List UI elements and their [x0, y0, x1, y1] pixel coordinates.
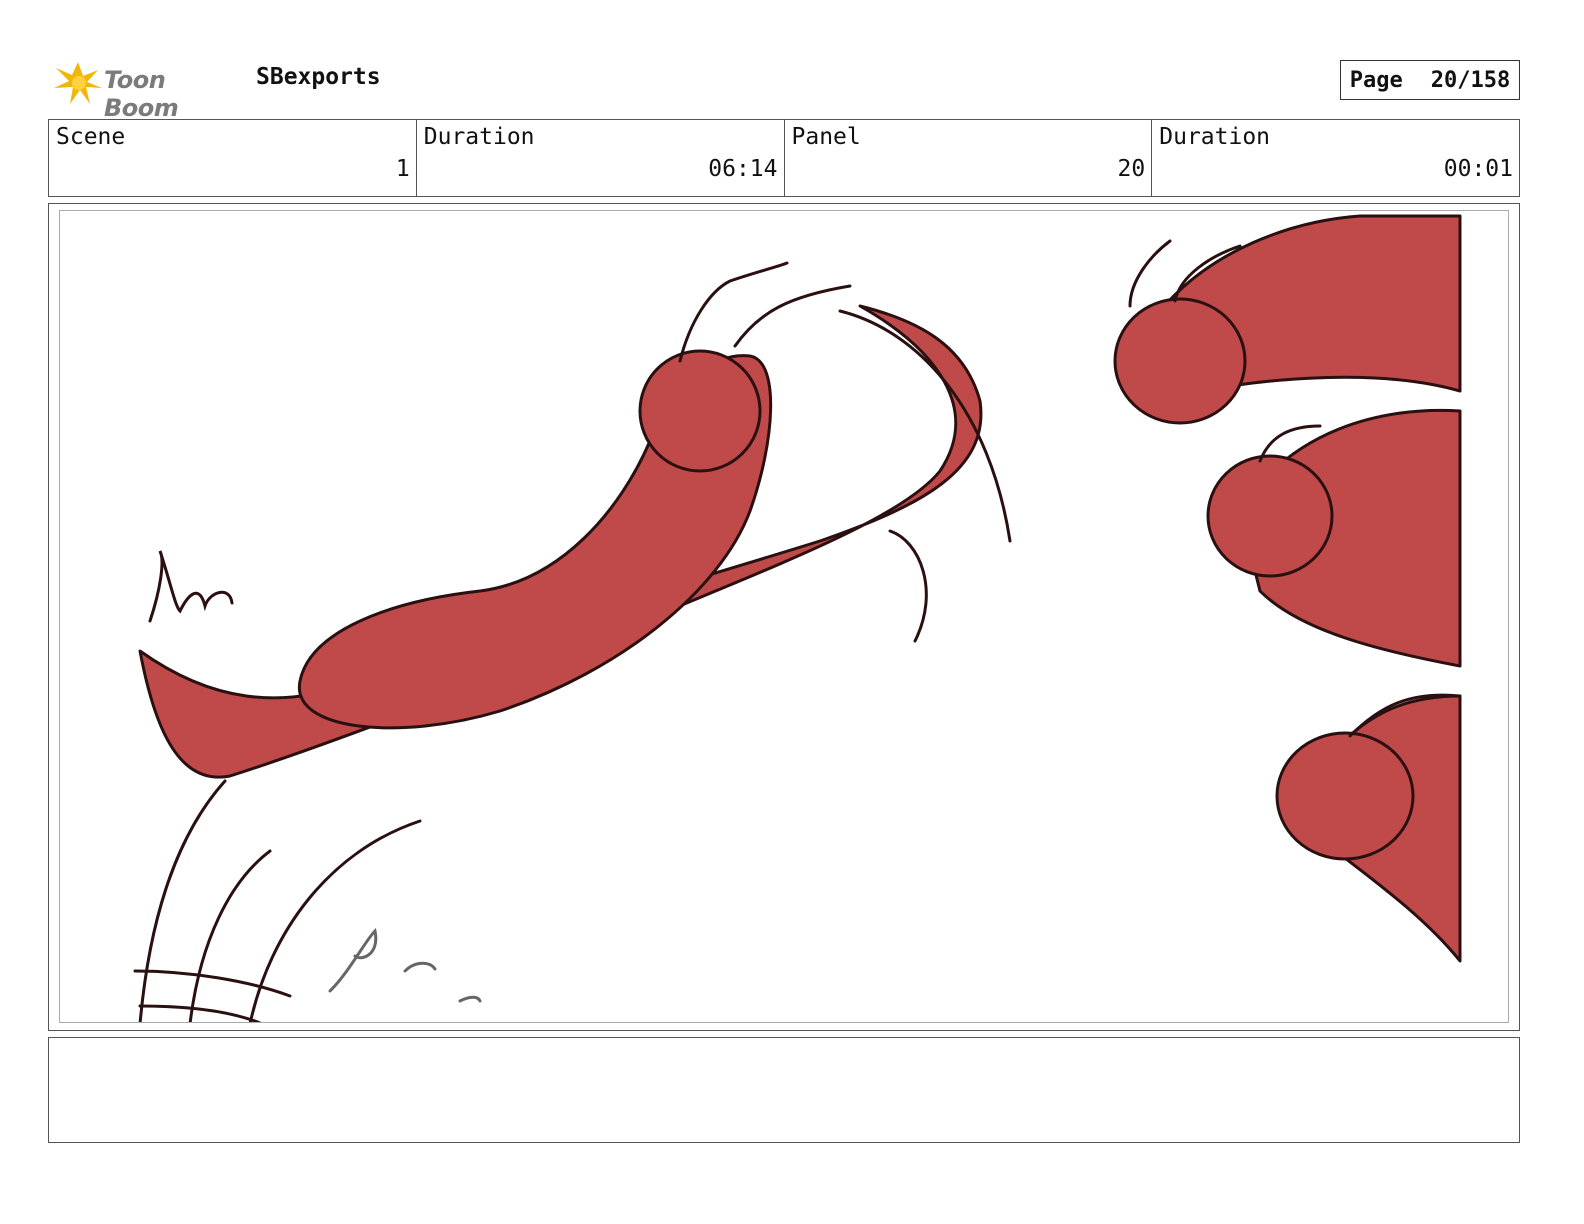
panel-cell: Panel 20	[785, 120, 1153, 196]
panel-label: Panel	[791, 124, 861, 150]
scene-duration-value: 06:14	[708, 156, 778, 182]
motion-arc	[138, 779, 227, 1022]
motion-arc	[133, 969, 292, 998]
scene-value: 1	[395, 156, 410, 182]
page-value: 20/158	[1430, 67, 1511, 93]
logo-text: Toon Boom	[104, 66, 179, 122]
main-creature-head	[638, 349, 762, 473]
scene-cell: Scene 1	[49, 120, 417, 196]
page-label: Page	[1349, 67, 1403, 93]
storyboard-panel-frame	[48, 203, 1520, 1031]
main-creature-tail	[138, 304, 983, 779]
scene-info-row: Scene 1 Duration 06:14 Panel 20 Duration…	[48, 119, 1520, 197]
pencil-scribble	[458, 995, 482, 1003]
storyboard-panel-image	[59, 210, 1509, 1023]
squiggle-mark	[148, 550, 234, 623]
page-indicator: Page 20/158	[1340, 60, 1520, 100]
right-creature-bottom-head	[1275, 731, 1415, 861]
panel-notes-box	[48, 1037, 1520, 1143]
motion-arc	[138, 1004, 262, 1022]
panel-value: 20	[1117, 156, 1146, 182]
right-creature-middle-head	[1206, 454, 1334, 578]
pencil-scribble	[403, 961, 437, 973]
sketch-drawing	[133, 214, 1462, 1022]
project-name: SBexports	[256, 64, 381, 90]
main-antenna-right	[733, 284, 852, 348]
scene-duration-label: Duration	[423, 124, 535, 150]
motion-arc	[248, 819, 422, 1022]
toon-boom-logo: Toon Boom	[50, 54, 240, 122]
pencil-scribble	[328, 927, 378, 993]
panel-duration-cell: Duration 00:01	[1152, 120, 1519, 196]
panel-duration-value: 00:01	[1443, 156, 1513, 182]
right-top-antenna	[1128, 239, 1172, 308]
scene-label: Scene	[56, 124, 126, 150]
starburst-icon	[54, 62, 102, 104]
right-creature-top-head	[1113, 297, 1247, 425]
speed-line	[888, 529, 928, 643]
scene-duration-cell: Duration 06:14	[417, 120, 785, 196]
panel-duration-label: Duration	[1159, 124, 1271, 150]
